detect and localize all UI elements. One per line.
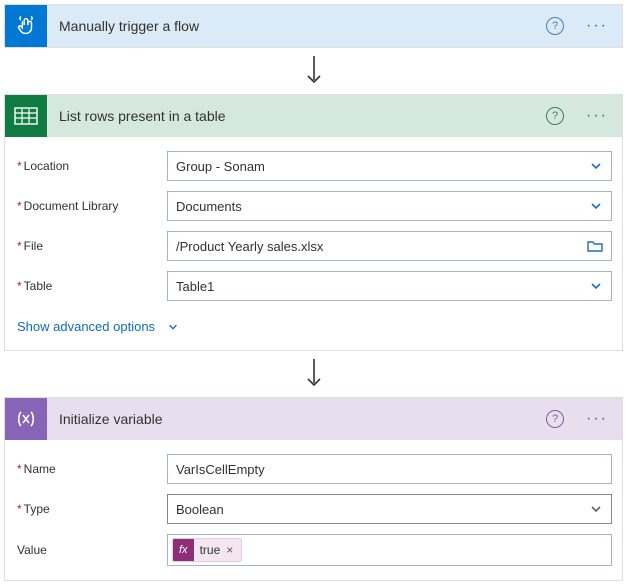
location-label: Location (15, 159, 167, 173)
table-label: Table (15, 279, 167, 293)
chevron-down-icon (589, 159, 603, 173)
table-dropdown[interactable]: Table1 (167, 271, 612, 301)
chevron-down-icon (589, 502, 603, 516)
type-value: Boolean (176, 502, 583, 517)
excel-icon (14, 106, 38, 126)
more-menu-button[interactable]: ··· (582, 411, 612, 427)
file-label: File (15, 239, 167, 253)
show-advanced-label: Show advanced options (17, 319, 155, 334)
expression-token[interactable]: fx true × (172, 538, 242, 562)
more-menu-button[interactable]: ··· (582, 18, 612, 34)
excel-card: List rows present in a table ? ··· Locat… (4, 94, 623, 351)
library-label: Document Library (15, 199, 167, 213)
location-value: Group - Sonam (176, 159, 583, 174)
file-picker[interactable]: /Product Yearly sales.xlsx (167, 231, 612, 261)
connector-arrow (4, 48, 623, 94)
file-value: /Product Yearly sales.xlsx (176, 239, 587, 254)
more-menu-button[interactable]: ··· (582, 108, 612, 124)
initvar-body: Name VarIsCellEmpty Type Boolean Value f… (5, 440, 622, 580)
folder-icon[interactable] (587, 239, 603, 253)
name-input[interactable]: VarIsCellEmpty (167, 454, 612, 484)
value-input[interactable]: fx true × (167, 534, 612, 566)
trigger-icon-tile (5, 5, 47, 47)
variable-icon (14, 409, 38, 429)
initvar-header[interactable]: Initialize variable ? ··· (5, 398, 622, 440)
remove-token-button[interactable]: × (224, 543, 235, 557)
chevron-down-icon (589, 199, 603, 213)
initvar-title: Initialize variable (59, 411, 534, 427)
type-dropdown[interactable]: Boolean (167, 494, 612, 524)
library-dropdown[interactable]: Documents (167, 191, 612, 221)
trigger-title: Manually trigger a flow (59, 18, 534, 34)
help-icon[interactable]: ? (546, 107, 564, 125)
touch-icon (15, 15, 37, 37)
trigger-card: Manually trigger a flow ? ··· (4, 4, 623, 48)
excel-header[interactable]: List rows present in a table ? ··· (5, 95, 622, 137)
type-label: Type (15, 502, 167, 516)
excel-icon-tile (5, 95, 47, 137)
table-value: Table1 (176, 279, 583, 294)
library-value: Documents (176, 199, 583, 214)
fx-icon: fx (173, 539, 194, 561)
variable-icon-tile (5, 398, 47, 440)
token-text: true (200, 543, 221, 557)
name-label: Name (15, 462, 167, 476)
name-value: VarIsCellEmpty (176, 462, 603, 477)
excel-title: List rows present in a table (59, 108, 534, 124)
help-icon[interactable]: ? (546, 410, 564, 428)
show-advanced-link[interactable]: Show advanced options (15, 315, 181, 336)
excel-body: Location Group - Sonam Document Library … (5, 137, 622, 350)
chevron-down-icon (167, 321, 179, 333)
value-label: Value (15, 543, 167, 557)
initvar-card: Initialize variable ? ··· Name VarIsCell… (4, 397, 623, 581)
connector-arrow (4, 351, 623, 397)
trigger-header[interactable]: Manually trigger a flow ? ··· (5, 5, 622, 47)
help-icon[interactable]: ? (546, 17, 564, 35)
chevron-down-icon (589, 279, 603, 293)
location-dropdown[interactable]: Group - Sonam (167, 151, 612, 181)
